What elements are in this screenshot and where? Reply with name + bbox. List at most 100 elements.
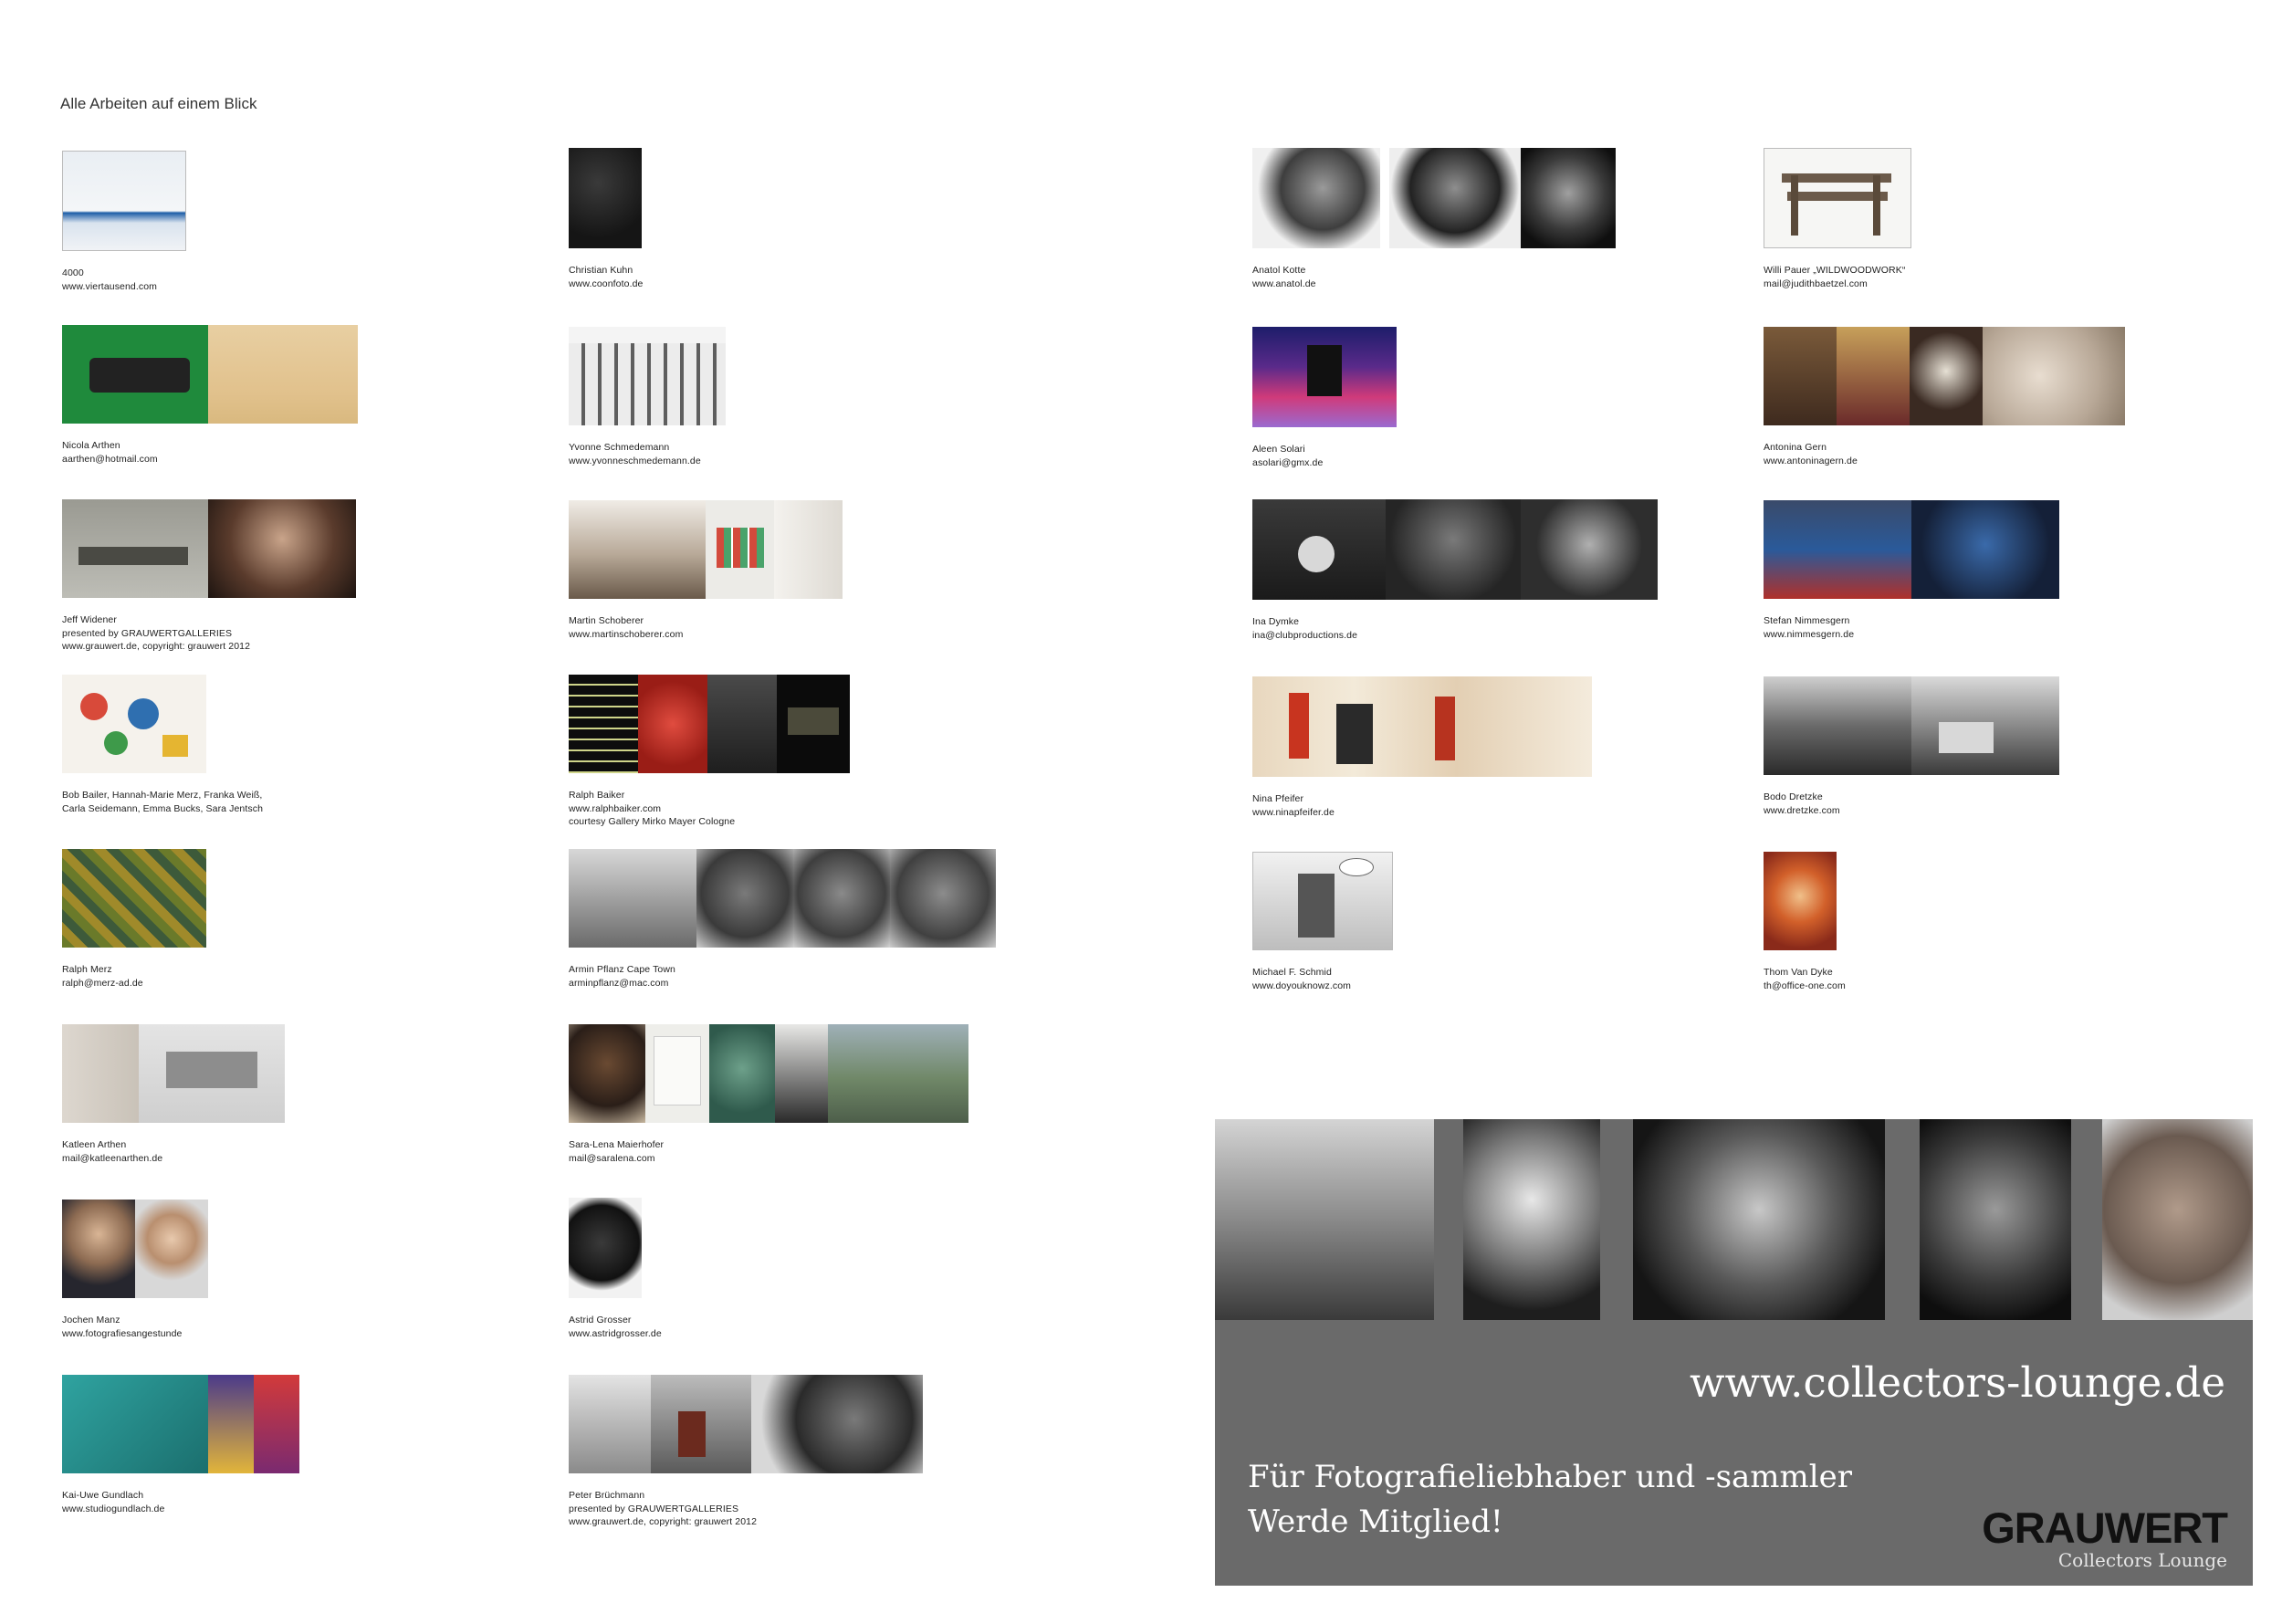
entry-christian-kuhn: Christian Kuhn www.coonfoto.de — [569, 148, 643, 290]
entry-martin-schoberer: Martin Schoberer www.martinschoberer.com — [569, 500, 843, 641]
thumbnail-row — [1252, 148, 1616, 248]
artwork-thumbnail — [1911, 676, 2059, 775]
caption-line: Christian Kuhn — [569, 265, 633, 276]
artwork-thumbnail — [62, 1024, 139, 1123]
artwork-thumbnail — [890, 849, 996, 948]
thumbnail-row — [569, 1375, 923, 1473]
entry-peter-bruechmann: Peter Brüchmann presented by GRAUWERTGALL… — [569, 1375, 923, 1529]
grauwert-logo: GRAUWERT Collectors Lounge — [1982, 1503, 2228, 1571]
thumbnail-row — [62, 675, 263, 773]
caption-line: www.anatol.de — [1252, 278, 1316, 289]
artwork-thumbnail — [569, 500, 706, 599]
thumbnail-row — [1764, 148, 1911, 248]
entry-anatol-kotte: Anatol Kotte www.anatol.de — [1252, 148, 1616, 290]
caption-line: Sara-Lena Maierhofer — [569, 1139, 665, 1150]
ad-url[interactable]: www.collectors-lounge.de — [1690, 1358, 2225, 1407]
entry-caption: Nina Pfeifer www.ninapfeifer.de — [1252, 792, 1592, 819]
entry-caption: Christian Kuhn www.coonfoto.de — [569, 264, 643, 290]
artwork-thumbnail — [569, 1375, 651, 1473]
caption-line: Kai-Uwe Gundlach — [62, 1490, 144, 1501]
caption-line: www.ralphbaiker.com — [569, 802, 662, 814]
ad-call-to-action: Werde Mitglied! — [1248, 1504, 1503, 1540]
entry-caption: Willi Pauer „WILDWOODWORK“ mail@judithbae… — [1764, 264, 1911, 290]
entry-caption: 4000 www.viertausend.com — [62, 267, 186, 293]
caption-line: Martin Schoberer — [569, 615, 644, 626]
caption-line: www.yvonneschmedemann.de — [569, 455, 701, 466]
entry-caption: Jeff Widener presented by GRAUWERTGALLERI… — [62, 613, 356, 654]
artwork-thumbnail — [62, 499, 208, 598]
artwork-thumbnail — [569, 327, 726, 425]
artwork-thumbnail — [208, 499, 356, 598]
thumbnail-row — [62, 1200, 208, 1298]
entry-caption: Anatol Kotte www.anatol.de — [1252, 264, 1616, 290]
entry-caption: Jochen Manz www.fotografiesangestunde — [62, 1314, 208, 1340]
entry-ralph-merz: Ralph Merz ralph@merz-ad.de — [62, 849, 206, 990]
entry-caption: Stefan Nimmesgern www.nimmesgern.de — [1764, 614, 2059, 641]
artwork-thumbnail — [1252, 499, 1386, 600]
entry-astrid-grosser: Astrid Grosser www.astridgrosser.de — [569, 1198, 662, 1340]
caption-line: Antonina Gern — [1764, 442, 1827, 453]
artwork-thumbnail — [139, 1024, 285, 1123]
artwork-thumbnail — [1764, 676, 1911, 775]
caption-line: www.martinschoberer.com — [569, 628, 684, 640]
artwork-thumbnail — [751, 1375, 923, 1473]
artwork-thumbnail — [1837, 327, 1910, 425]
thumbnail-row — [1252, 327, 1397, 427]
entry-sara-lena-maierhofer: Sara-Lena Maierhofer mail@saralena.com — [569, 1024, 968, 1165]
caption-line: 4000 — [62, 267, 84, 278]
artwork-thumbnail — [1911, 500, 2059, 599]
caption-line: www.ninapfeifer.de — [1252, 806, 1335, 818]
caption-line: www.nimmesgern.de — [1764, 628, 1855, 640]
entry-willi-pauer: Willi Pauer „WILDWOODWORK“ mail@judithbae… — [1764, 148, 1911, 290]
entry-caption: Armin Pflanz Cape Town arminpflanz@mac.co… — [569, 963, 996, 990]
thumbnail-row — [62, 325, 358, 424]
artwork-thumbnail — [569, 1198, 642, 1298]
entry-caption: Ralph Baiker www.ralphbaiker.com courtesy … — [569, 789, 850, 829]
artwork-thumbnail — [774, 500, 843, 599]
entry-nicola-arthen: Nicola Arthen aarthen@hotmail.com — [62, 325, 358, 466]
ad-photo — [1215, 1119, 1434, 1320]
artwork-thumbnail — [569, 148, 642, 248]
entry-caption: Katleen Arthen mail@katleenarthen.de — [62, 1138, 285, 1165]
caption-line: Willi Pauer „WILDWOODWORK“ — [1764, 265, 1906, 276]
entry-katleen-arthen: Katleen Arthen mail@katleenarthen.de — [62, 1024, 285, 1165]
artwork-thumbnail — [1389, 148, 1521, 248]
caption-line: Katleen Arthen — [62, 1139, 127, 1150]
artwork-thumbnail — [1764, 327, 1837, 425]
caption-line: mail@saralena.com — [569, 1152, 655, 1164]
thumbnail-row — [569, 327, 726, 425]
entry-caption: Bob Bailer, Hannah-Marie Merz, Franka We… — [62, 789, 263, 815]
caption-line: www.studiogundlach.de — [62, 1503, 165, 1514]
thumbnail-row — [1252, 676, 1592, 777]
thumbnail-row — [569, 1024, 968, 1123]
thumbnail-row — [62, 1375, 299, 1473]
entry-caption: Aleen Solari asolari@gmx.de — [1252, 443, 1397, 469]
entry-caption: Nicola Arthen aarthen@hotmail.com — [62, 439, 358, 466]
caption-line: Anatol Kotte — [1252, 265, 1306, 276]
entry-bodo-dretzke: Bodo Dretzke www.dretzke.com — [1764, 676, 2059, 817]
thumbnail-row — [569, 148, 643, 248]
artwork-thumbnail — [828, 1024, 968, 1123]
caption-line: mail@judithbaetzel.com — [1764, 278, 1868, 289]
ad-photo — [1463, 1119, 1600, 1320]
entry-jochen-manz: Jochen Manz www.fotografiesangestunde — [62, 1200, 208, 1340]
entry-bob-bailer: Bob Bailer, Hannah-Marie Merz, Franka We… — [62, 675, 263, 815]
thumbnail-row — [569, 500, 843, 599]
entry-caption: Michael F. Schmid www.doyouknowz.com — [1252, 966, 1393, 992]
thumbnail-row — [569, 849, 996, 948]
artwork-thumbnail — [62, 675, 206, 773]
entry-jeff-widener: Jeff Widener presented by GRAUWERTGALLERI… — [62, 499, 356, 654]
entry-caption: Kai-Uwe Gundlach www.studiogundlach.de — [62, 1489, 299, 1515]
artwork-thumbnail — [1252, 676, 1592, 777]
artwork-thumbnail — [1380, 148, 1389, 248]
ad-photo-strip — [1215, 1119, 2253, 1320]
caption-line: Astrid Grosser — [569, 1315, 632, 1325]
caption-line: www.grauwert.de, copyright: grauwert 201… — [569, 1516, 758, 1527]
thumbnail-row — [62, 849, 206, 948]
caption-line: Bodo Dretzke — [1764, 791, 1823, 802]
caption-line: Jeff Widener — [62, 614, 117, 625]
artwork-thumbnail — [569, 849, 696, 948]
artwork-thumbnail — [1252, 148, 1380, 248]
artwork-thumbnail — [709, 1024, 775, 1123]
caption-line: www.doyouknowz.com — [1252, 980, 1352, 991]
